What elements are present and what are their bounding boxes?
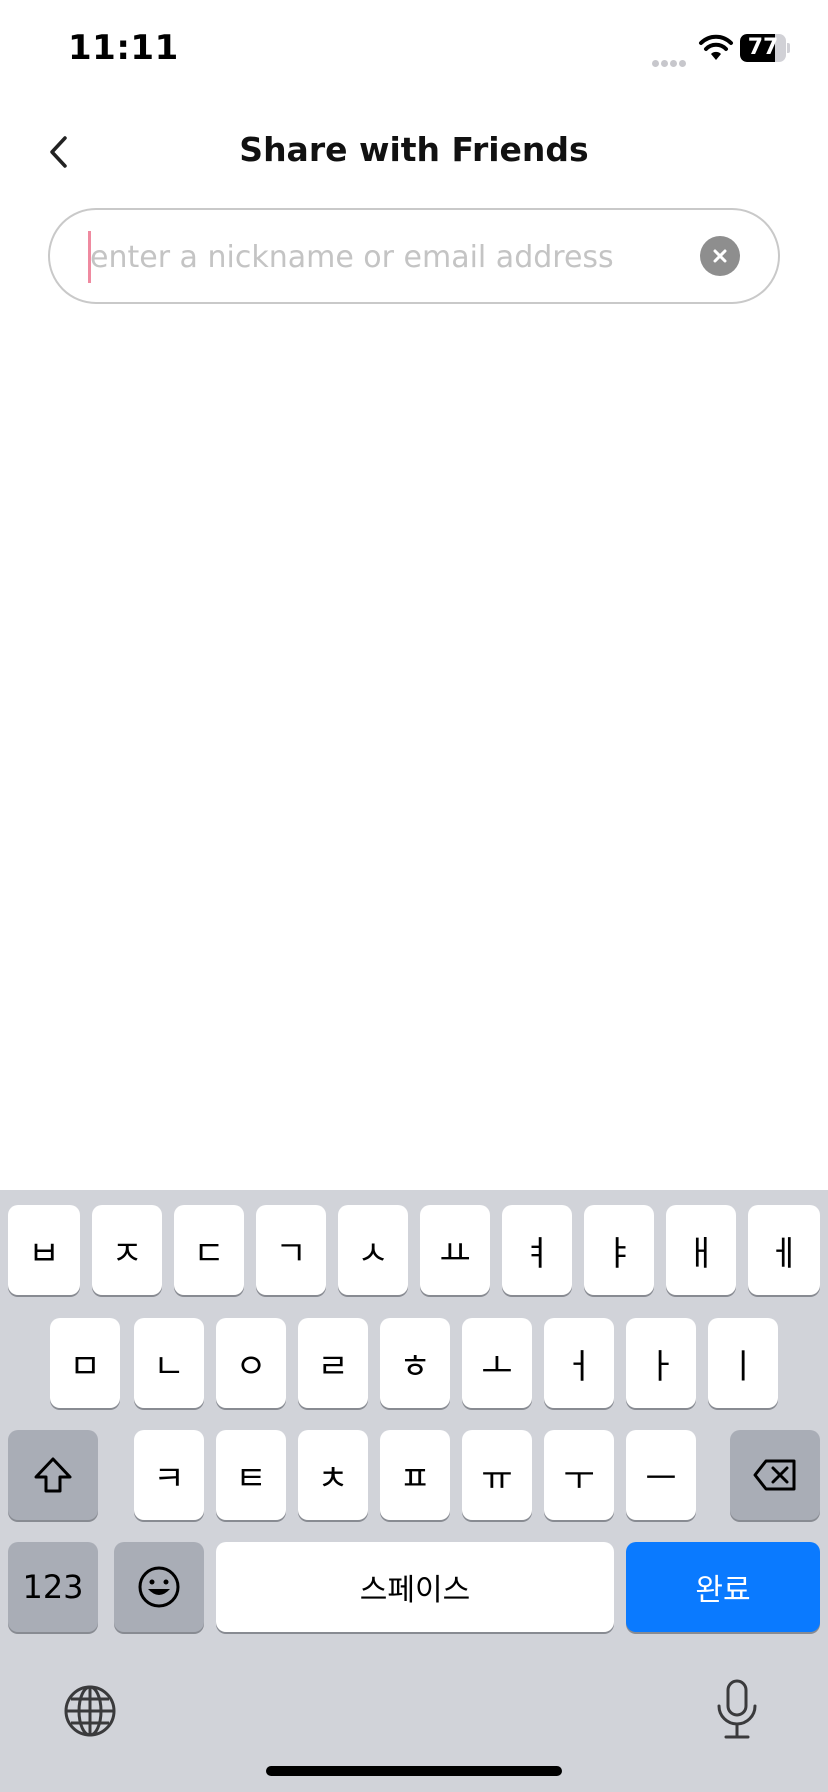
key[interactable]: ㅡ [626,1430,696,1520]
key[interactable]: ㅑ [584,1205,654,1295]
key[interactable]: ㅗ [462,1318,532,1408]
status-bar: 11:11 77 [0,0,828,100]
key[interactable]: ㅍ [380,1430,450,1520]
key[interactable]: ㅊ [298,1430,368,1520]
globe-icon[interactable] [62,1683,118,1739]
shift-arrow-icon [34,1457,72,1493]
search-field[interactable] [48,208,780,304]
key[interactable]: ㅂ [8,1205,80,1295]
space-key[interactable]: 스페이스 [216,1542,614,1632]
key[interactable]: ㅈ [92,1205,162,1295]
key[interactable]: ㅔ [748,1205,820,1295]
status-time: 11:11 [68,28,179,68]
cellular-signal-icon [652,52,690,67]
key[interactable]: ㅎ [380,1318,450,1408]
page-title: Share with Friends [239,130,589,169]
numbers-key[interactable]: 123 [8,1542,98,1632]
key[interactable]: ㄴ [134,1318,204,1408]
key[interactable]: ㅇ [216,1318,286,1408]
microphone-icon[interactable] [712,1678,762,1742]
keyboard: ㅂ ㅈ ㄷ ㄱ ㅅ ㅛ ㅕ ㅑ ㅐ ㅔ ㅁ ㄴ ㅇ ㄹ ㅎ ㅗ ㅓ ㅏ ㅣ ㅋ … [0,1190,828,1792]
key[interactable]: ㅕ [502,1205,572,1295]
key[interactable]: ㅣ [708,1318,778,1408]
navigation-bar: Share with Friends [0,110,828,194]
clear-button[interactable] [700,236,740,276]
key[interactable]: ㅋ [134,1430,204,1520]
emoji-key[interactable] [114,1542,204,1632]
emoji-icon [138,1566,180,1608]
key[interactable]: ㄱ [256,1205,326,1295]
clear-x-icon [713,249,727,263]
key[interactable]: ㅜ [544,1430,614,1520]
key[interactable]: ㅓ [544,1318,614,1408]
battery-percentage: 77 [747,35,779,60]
home-indicator [266,1766,562,1776]
wifi-icon [699,34,733,60]
key[interactable]: ㅠ [462,1430,532,1520]
key[interactable]: ㅁ [50,1318,120,1408]
key[interactable]: ㅌ [216,1430,286,1520]
key[interactable]: ㄹ [298,1318,368,1408]
key[interactable]: ㅏ [626,1318,696,1408]
nickname-email-input[interactable] [90,228,690,286]
key[interactable]: ㅅ [338,1205,408,1295]
key[interactable]: ㄷ [174,1205,244,1295]
done-key[interactable]: 완료 [626,1542,820,1632]
battery-icon: 77 [740,34,790,62]
shift-key[interactable] [8,1430,98,1520]
key[interactable]: ㅛ [420,1205,490,1295]
backspace-key[interactable] [730,1430,820,1520]
key[interactable]: ㅐ [666,1205,736,1295]
backspace-icon [753,1459,796,1491]
